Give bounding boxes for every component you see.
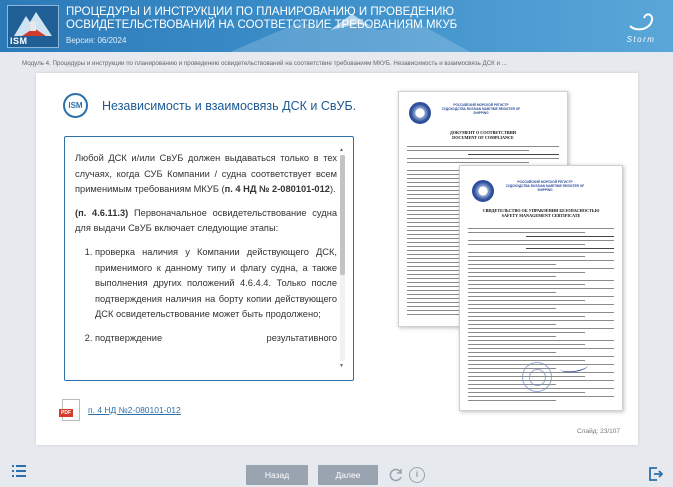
storm-wave-icon	[629, 13, 654, 31]
exit-icon[interactable]	[649, 467, 664, 481]
pdf-link-label[interactable]: п. 4 НД №2-080101-012	[88, 405, 181, 415]
register-emblem-icon	[472, 180, 494, 202]
doc1-organization: РОССИЙСКИЙ МОРСКОЙ РЕГИСТР СУДОХОДСТВА R…	[441, 103, 521, 115]
storm-brand-logo: Storm	[621, 10, 661, 44]
list-item: проверка наличия у Компании действующего…	[95, 245, 337, 323]
pdf-icon[interactable]: PDF	[59, 399, 80, 421]
slide-counter: Слайд: 23/107	[576, 428, 620, 435]
doc2-title: СВИДЕТЕЛЬСТВО ОБ УПРАВЛЕНИИ БЕЗОПАСНОСТЬ…	[460, 208, 622, 218]
slide-content-panel: ISM Независимость и взаимосвязь ДСК и Св…	[36, 73, 638, 445]
next-button[interactable]: Далее	[318, 465, 378, 485]
course-title: ПРОЦЕДУРЫ И ИНСТРУКЦИИ ПО ПЛАНИРОВАНИЮ И…	[66, 6, 458, 31]
pdf-icon-tag: PDF	[59, 409, 73, 417]
ism-badge-icon: ISM	[63, 93, 88, 118]
list-item: подтверждение результативного	[95, 331, 337, 347]
scroll-thumb[interactable]	[340, 155, 345, 275]
paragraph-1-reference: п. 4 НД № 2-080101-012	[224, 184, 330, 195]
course-version: Версия: 06/2024	[66, 36, 127, 45]
slide-heading: ISM Независимость и взаимосвязь ДСК и Св…	[63, 93, 356, 118]
text-scrollbar[interactable]: ▲ ▼	[339, 147, 345, 369]
scrollable-text-box[interactable]: Любой ДСК и/или СвУБ должен выдаваться т…	[64, 136, 354, 381]
ism-logo-text: ISM	[10, 36, 28, 46]
menu-icon[interactable]	[12, 465, 26, 477]
scroll-down-arrow-icon[interactable]: ▼	[339, 363, 344, 369]
safety-management-certificate-image: РОССИЙСКИЙ МОРСКОЙ РЕГИСТР СУДОХОДСТВА R…	[459, 165, 623, 411]
paragraph-2: (п. 4.6.11.3) Первоначальное освидетельс…	[75, 206, 337, 237]
breadcrumb: Модуль 4. Процедуры и инструкции по план…	[22, 60, 507, 67]
doc1-title-en: DOCUMENT OF COMPLIANCE	[452, 135, 514, 140]
paragraph-1-end: ).	[329, 184, 336, 195]
course-header: ISM ПРОЦЕДУРЫ И ИНСТРУКЦИИ ПО ПЛАНИРОВАН…	[0, 0, 673, 52]
paragraph-1: Любой ДСК и/или СвУБ должен выдаваться т…	[75, 151, 337, 198]
pdf-document-link[interactable]: PDF п. 4 НД №2-080101-012	[59, 399, 181, 421]
scroll-up-arrow-icon[interactable]: ▲	[339, 147, 344, 153]
register-emblem-icon	[409, 102, 431, 124]
bottom-navigation-bar: Назад Далее i	[0, 458, 673, 487]
steps-list: проверка наличия у Компании действующего…	[95, 245, 337, 347]
doc2-title-en: SAFETY MANAGEMENT CERTIFICATE	[501, 213, 581, 218]
text-content: Любой ДСК и/или СвУБ должен выдаваться т…	[75, 151, 337, 355]
doc2-organization: РОССИЙСКИЙ МОРСКОЙ РЕГИСТР СУДОХОДСТВА R…	[505, 180, 585, 192]
storm-brand-text: Storm	[626, 35, 656, 44]
back-button[interactable]: Назад	[246, 465, 308, 485]
info-icon[interactable]: i	[409, 467, 425, 483]
seal-stamp-icon	[522, 362, 552, 392]
reload-icon[interactable]	[388, 467, 404, 483]
slide-title: Независимость и взаимосвязь ДСК и СвУБ.	[102, 98, 357, 113]
ism-logo: ISM	[7, 5, 59, 48]
doc1-title: ДОКУМЕНТ О СООТВЕТСТВИИ DOCUMENT OF COMP…	[399, 130, 567, 140]
paragraph-2-reference: (п. 4.6.11.3)	[75, 207, 129, 218]
